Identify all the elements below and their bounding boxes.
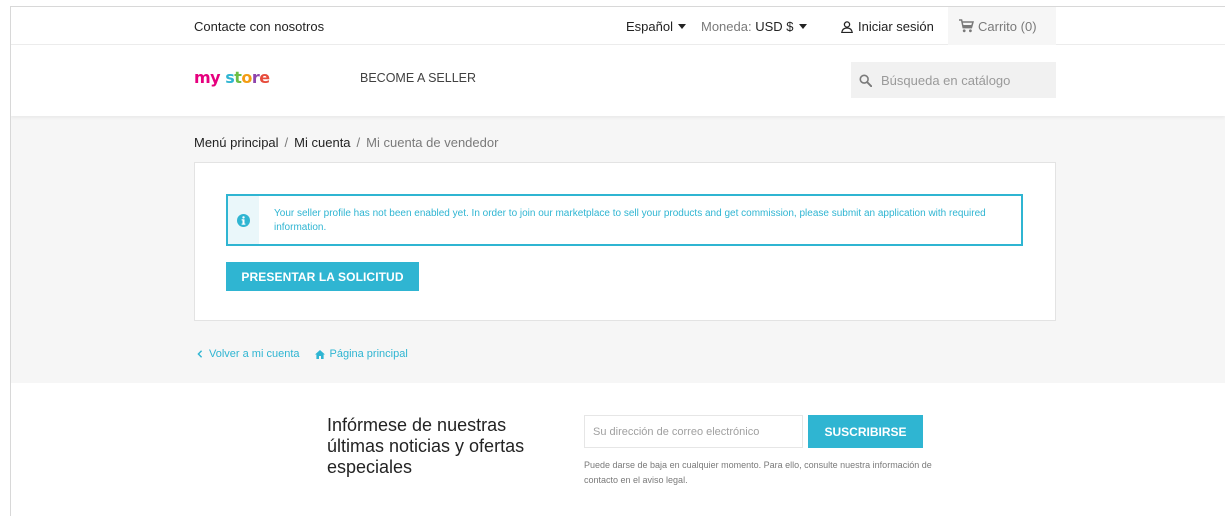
cart-link[interactable]: Carrito (0): [948, 7, 1056, 45]
breadcrumb: Menú principal / Mi cuenta / Mi cuenta de ve…: [194, 135, 498, 150]
cart-label: Carrito: [978, 18, 1018, 34]
currency-selector[interactable]: Moneda: USD $: [701, 19, 807, 34]
cart-icon: [959, 19, 974, 33]
logo-letter: e: [259, 68, 270, 87]
newsletter-section: Infórmese de nuestras últimas noticias y…: [11, 383, 1225, 516]
user-icon: [841, 20, 853, 33]
breadcrumb-account[interactable]: Mi cuenta: [294, 135, 350, 150]
search-input[interactable]: Búsqueda en catálogo: [881, 73, 1010, 88]
cart-count: (0): [1020, 18, 1037, 34]
become-seller-link[interactable]: BECOME A SELLER: [360, 71, 476, 85]
signin-link[interactable]: Iniciar sesión: [841, 19, 934, 34]
breadcrumb-separator: /: [356, 135, 361, 150]
info-alert: Your seller profile has not been enabled…: [226, 194, 1023, 246]
logo-letter: y: [210, 68, 221, 87]
store-logo[interactable]: my store: [194, 68, 270, 87]
currency-value: USD $: [755, 19, 794, 34]
breadcrumb-current: Mi cuenta de vendedor: [366, 135, 499, 150]
newsletter-title: Infórmese de nuestras últimas noticias y…: [327, 415, 525, 477]
logo-letter: s: [225, 68, 235, 87]
home-page-link[interactable]: Página principal: [314, 348, 408, 360]
alert-message: Your seller profile has not been enabled…: [274, 208, 986, 233]
seller-account-card: Your seller profile has not been enabled…: [194, 162, 1056, 321]
info-icon: [237, 213, 250, 227]
home-page-label: Página principal: [329, 348, 408, 360]
language-label: Español: [626, 19, 673, 34]
chevron-left-icon: [197, 350, 203, 358]
site-header: my store BECOME A SELLER Búsqueda en cat…: [11, 45, 1225, 116]
newsletter-email-input[interactable]: [584, 415, 803, 448]
search-box[interactable]: Búsqueda en catálogo: [851, 62, 1056, 98]
breadcrumb-separator: /: [284, 135, 289, 150]
currency-prefix: Moneda:: [701, 19, 752, 34]
contact-link[interactable]: Contacte con nosotros: [194, 19, 324, 34]
caret-down-icon: [677, 24, 686, 29]
newsletter-note: Puede darse de baja en cualquier momento…: [584, 460, 932, 485]
breadcrumb-home[interactable]: Menú principal: [194, 135, 279, 150]
subscribe-button[interactable]: SUSCRIBIRSE: [808, 415, 923, 448]
top-bar: Contacte con nosotros Español Moneda: US…: [11, 7, 1225, 45]
language-selector[interactable]: Español: [626, 19, 686, 34]
back-to-account-label: Volver a mi cuenta: [209, 348, 300, 360]
submit-application-button[interactable]: PRESENTAR LA SOLICITUD: [226, 262, 419, 291]
back-to-account-link[interactable]: Volver a mi cuenta: [197, 348, 300, 360]
account-footer-links: Volver a mi cuenta Página principal: [197, 348, 408, 360]
home-icon: [314, 349, 325, 359]
logo-letter: o: [241, 68, 252, 87]
page-frame: Contacte con nosotros Español Moneda: US…: [10, 6, 1225, 516]
alert-icon-box: [228, 196, 259, 244]
caret-down-icon: [798, 24, 807, 29]
signin-label: Iniciar sesión: [858, 19, 934, 34]
logo-letter: m: [194, 68, 211, 87]
search-icon: [859, 73, 872, 87]
